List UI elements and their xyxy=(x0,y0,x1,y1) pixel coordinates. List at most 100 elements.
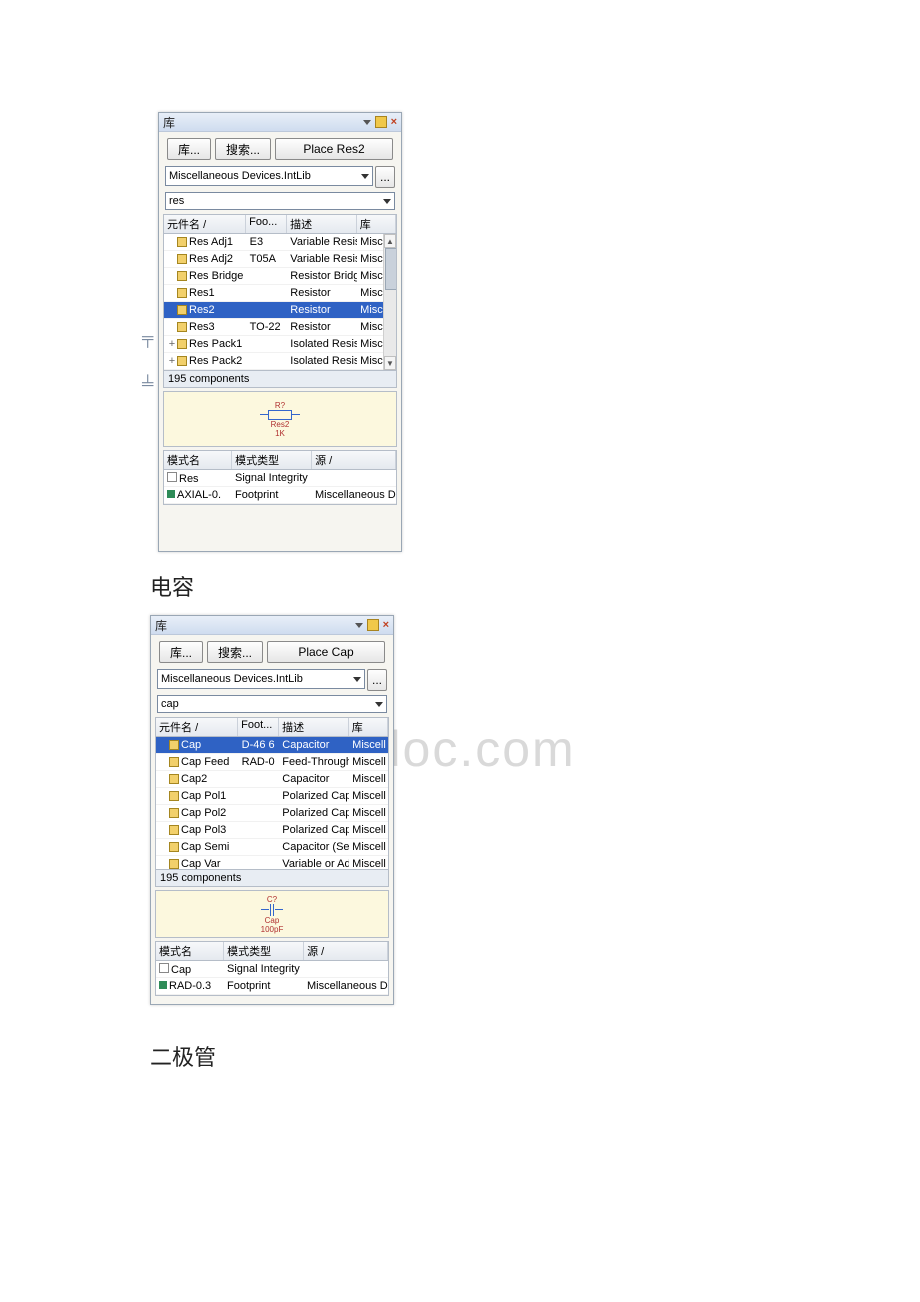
chevron-down-icon xyxy=(353,677,361,682)
component-description: Capacitor xyxy=(279,773,349,785)
pin-icon[interactable] xyxy=(375,116,387,128)
component-name: Res Adj2 xyxy=(189,253,233,265)
search-button[interactable]: 搜索... xyxy=(207,641,263,663)
component-footprint: T05A xyxy=(247,253,288,265)
scrollbar[interactable]: ▲ ▼ xyxy=(383,234,396,370)
component-icon xyxy=(169,791,179,801)
table-row[interactable]: Cap2CapacitorMiscell xyxy=(156,771,388,788)
table-row[interactable]: RAD-0.3FootprintMiscellaneous D xyxy=(156,978,388,995)
table-row[interactable]: Res BridgeResistor BridgMiscell xyxy=(164,268,396,285)
component-name: Cap Pol2 xyxy=(181,807,226,819)
component-footprint: RAD-0 xyxy=(239,756,280,768)
component-icon xyxy=(177,356,187,366)
table-row[interactable]: Res2ResistorMiscell xyxy=(164,302,396,319)
place-button[interactable]: Place Res2 xyxy=(275,138,393,160)
search-button[interactable]: 搜索... xyxy=(215,138,271,160)
libraries-button[interactable]: 库... xyxy=(167,138,211,160)
component-description: Capacitor (Ser xyxy=(279,841,349,853)
preview-designator: C? xyxy=(267,895,277,904)
panel-titlebar[interactable]: 库 × xyxy=(151,616,393,635)
table-row[interactable]: Res3TO-22ResistorMiscell xyxy=(164,319,396,336)
pin-icon[interactable] xyxy=(367,619,379,631)
table-row[interactable]: Res Adj2T05AVariable ResisMiscell xyxy=(164,251,396,268)
sort-indicator: / xyxy=(321,946,324,958)
section-caption-capacitor: 电容 xyxy=(150,570,194,602)
table-row[interactable]: Cap FeedRAD-0Feed-ThroughMiscell xyxy=(156,754,388,771)
libraries-button[interactable]: 库... xyxy=(159,641,203,663)
table-row[interactable]: Cap VarVariable or AdjMiscell xyxy=(156,856,388,869)
panel-titlebar[interactable]: 库 × xyxy=(159,113,401,132)
component-icon xyxy=(177,305,187,315)
tree-expand-icon[interactable]: + xyxy=(167,338,177,350)
library-dropdown[interactable]: Miscellaneous Devices.IntLib xyxy=(165,166,373,186)
col-footprint-header: Foo... xyxy=(246,215,287,233)
preview-designator: R? xyxy=(275,401,285,410)
model-type: Signal Integrity xyxy=(232,472,312,484)
table-row[interactable]: ResSignal Integrity xyxy=(164,470,396,487)
col-model-source-header: 源 xyxy=(307,946,318,958)
component-library: Miscell xyxy=(349,858,388,869)
tree-expand-icon[interactable]: + xyxy=(167,355,177,367)
col-model-type-header: 模式类型 xyxy=(224,942,304,960)
library-more-button[interactable]: ... xyxy=(367,669,387,691)
close-icon[interactable]: × xyxy=(391,116,397,128)
table-row[interactable]: Cap Pol3Polarized CapaMiscell xyxy=(156,822,388,839)
filter-input[interactable]: cap xyxy=(157,695,387,713)
scroll-down-icon[interactable]: ▼ xyxy=(384,356,396,370)
table-row[interactable]: AXIAL-0.FootprintMiscellaneous D xyxy=(164,487,396,504)
grid-header[interactable]: 元件名 / Foo... 描述 库 xyxy=(164,215,396,234)
component-icon xyxy=(177,322,187,332)
models-grid-header[interactable]: 模式名 模式类型 源 / xyxy=(156,942,388,961)
table-row[interactable]: +Res Pack1Isolated ResisMiscell xyxy=(164,336,396,353)
component-icon xyxy=(177,254,187,264)
component-name: Cap Semi xyxy=(181,841,229,853)
component-library: Miscell xyxy=(349,773,388,785)
table-row[interactable]: Res Adj1E3Variable ResisMiscell xyxy=(164,234,396,251)
table-row[interactable]: Cap SemiCapacitor (SerMiscell xyxy=(156,839,388,856)
library-dropdown[interactable]: Miscellaneous Devices.IntLib xyxy=(157,669,365,689)
preview-value: 1K xyxy=(275,429,285,438)
model-name: RAD-0.3 xyxy=(169,980,211,992)
component-name: Res Pack1 xyxy=(189,338,242,350)
filter-input[interactable]: res xyxy=(165,192,395,210)
panel-toolbar: 库... 搜索... Place Cap xyxy=(151,635,393,667)
component-icon xyxy=(177,271,187,281)
menu-dropdown-icon[interactable] xyxy=(355,623,363,628)
grid-header[interactable]: 元件名 / Foot... 描述 库 xyxy=(156,718,388,737)
library-dropdown-value: Miscellaneous Devices.IntLib xyxy=(169,170,311,182)
place-button[interactable]: Place Cap xyxy=(267,641,385,663)
close-icon[interactable]: × xyxy=(383,619,389,631)
table-row[interactable]: Cap Pol1Polarized CapaMiscell xyxy=(156,788,388,805)
table-row[interactable]: Cap Pol2Polarized CapaMiscell xyxy=(156,805,388,822)
component-name: Cap xyxy=(181,739,201,751)
component-library: Miscell xyxy=(349,756,388,768)
table-row[interactable]: +Res Pack2Isolated ResisMiscell xyxy=(164,353,396,370)
scroll-thumb[interactable] xyxy=(385,248,396,290)
panel-title: 库 xyxy=(155,617,167,634)
scroll-up-icon[interactable]: ▲ xyxy=(384,234,396,248)
menu-dropdown-icon[interactable] xyxy=(363,120,371,125)
col-model-name-header: 模式名 xyxy=(164,451,232,469)
component-icon xyxy=(169,842,179,852)
models-grid-header[interactable]: 模式名 模式类型 源 / xyxy=(164,451,396,470)
schematic-icon xyxy=(167,472,177,482)
library-panel-res: 库 × 库... 搜索... Place Res2 Miscellaneous … xyxy=(158,112,402,552)
preview-comment: Res2 xyxy=(271,420,290,429)
chevron-down-icon xyxy=(361,174,369,179)
grid-body: CapD-46 6CapacitorMiscellCap FeedRAD-0Fe… xyxy=(156,737,388,869)
grid-body: Res Adj1E3Variable ResisMiscell Res Adj2 T… xyxy=(164,234,396,370)
component-library: Miscell xyxy=(349,739,388,751)
component-name: Res Bridge xyxy=(189,270,243,282)
model-name: AXIAL-0. xyxy=(177,489,221,501)
library-more-button[interactable]: ... xyxy=(375,166,395,188)
table-row[interactable]: CapD-46 6CapacitorMiscell xyxy=(156,737,388,754)
filter-input-value: cap xyxy=(161,698,179,710)
component-library: Miscell xyxy=(349,824,388,836)
component-description: Variable Resis xyxy=(287,236,357,248)
component-description: Variable or Adj xyxy=(279,858,349,869)
component-name: Cap Feed xyxy=(181,756,229,768)
sort-indicator: / xyxy=(195,722,198,734)
table-row[interactable]: CapSignal Integrity xyxy=(156,961,388,978)
side-glyph: ╧ xyxy=(142,376,153,394)
table-row[interactable]: Res1ResistorMiscell xyxy=(164,285,396,302)
